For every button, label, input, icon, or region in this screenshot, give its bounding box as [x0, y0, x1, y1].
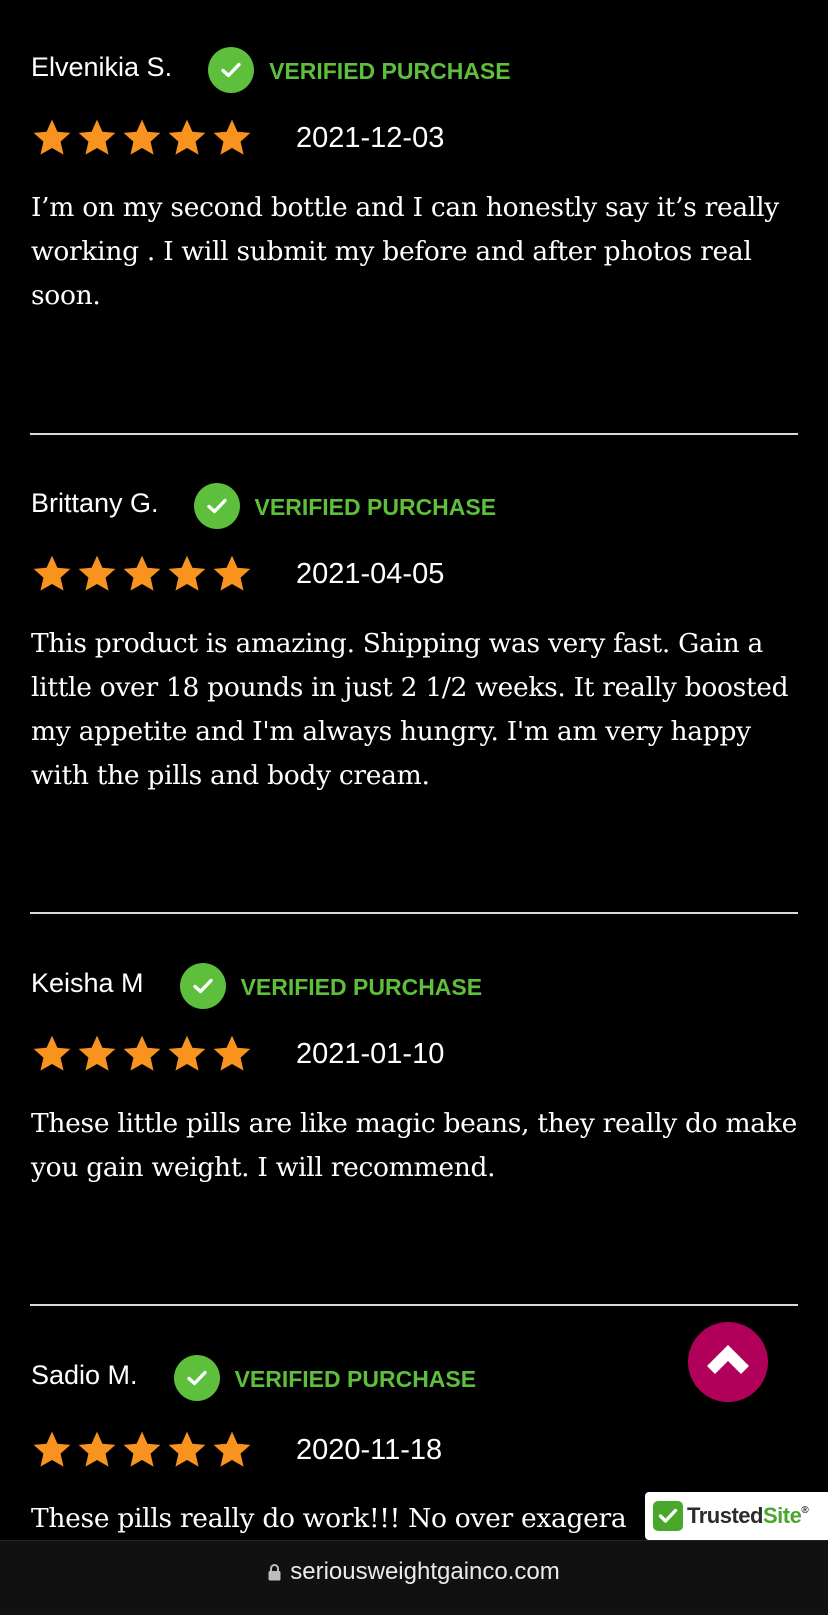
rating-row: 2020-11-18: [31, 1428, 442, 1472]
star-icon: [168, 1431, 206, 1467]
star-icon: [78, 555, 116, 591]
review-text: These little pills are like magic beans,…: [31, 1108, 797, 1183]
lock-icon: [268, 1564, 281, 1581]
verified-purchase-label: VERIFIED PURCHASE: [269, 57, 511, 84]
reviewer-row: Elvenikia S. VERIFIED PURCHASE: [31, 46, 511, 94]
rating-row: 2021-01-10: [31, 1032, 444, 1076]
site-word: Site: [762, 1503, 802, 1528]
star-rating: [31, 553, 253, 595]
star-icon: [168, 555, 206, 591]
verified-check-icon: [173, 1355, 220, 1401]
reviewer-row: Keisha M VERIFIED PURCHASE: [31, 962, 482, 1010]
verified-check-icon: [208, 47, 255, 93]
star-rating: [31, 117, 253, 159]
star-icon: [123, 555, 161, 591]
star-icon: [213, 555, 251, 591]
star-icon: [78, 119, 116, 155]
reviewer-name: Sadio M.: [31, 1359, 138, 1390]
star-icon: [168, 119, 206, 155]
star-icon: [78, 1431, 116, 1467]
verified-check-icon: [193, 483, 240, 529]
star-icon: [123, 1035, 161, 1071]
star-icon: [33, 555, 71, 591]
star-icon: [78, 1035, 116, 1071]
rating-row: 2021-12-03: [31, 116, 444, 160]
trademark-symbol: ®: [801, 1505, 809, 1516]
review-text: I’m on my second bottle and I can honest…: [31, 192, 779, 311]
reviewer-row: Sadio M. VERIFIED PURCHASE: [31, 1354, 476, 1402]
star-icon: [33, 1431, 71, 1467]
trustedsite-wordmark: TrustedSite®: [687, 1503, 809, 1529]
trustedsite-badge[interactable]: TrustedSite®: [645, 1492, 828, 1540]
star-icon: [123, 119, 161, 155]
chevron-up-icon: [707, 1345, 749, 1374]
star-icon: [33, 1035, 71, 1071]
review-date: 2021-01-10: [296, 1037, 445, 1070]
star-icon: [168, 1035, 206, 1071]
rating-row: 2021-04-05: [31, 552, 444, 596]
review-date: 2021-04-05: [296, 557, 445, 590]
divider: [30, 433, 798, 435]
reviewer-row: Brittany G. VERIFIED PURCHASE: [31, 482, 496, 530]
star-icon: [213, 119, 251, 155]
verified-purchase-label: VERIFIED PURCHASE: [234, 1365, 477, 1392]
url-text: seriousweightgainco.com: [290, 1558, 560, 1585]
reviewer-name: Elvenikia S.: [31, 51, 173, 82]
scroll-to-top-button[interactable]: [688, 1322, 768, 1402]
review-text: This product is amazing. Shipping was ve…: [31, 628, 789, 791]
verified-purchase-label: VERIFIED PURCHASE: [240, 973, 483, 1000]
trusted-word: Trusted: [687, 1503, 763, 1528]
url-display[interactable]: seriousweightgainco.com: [268, 1558, 560, 1586]
review-date: 2021-12-03: [296, 121, 445, 154]
trusted-check-icon: [653, 1501, 683, 1531]
reviewer-name: Brittany G.: [31, 487, 159, 518]
star-icon: [213, 1035, 251, 1071]
star-rating: [31, 1033, 253, 1075]
star-icon: [213, 1431, 251, 1467]
divider: [30, 912, 798, 914]
review-date: 2020-11-18: [296, 1433, 443, 1466]
divider: [30, 1304, 798, 1306]
star-icon: [123, 1431, 161, 1467]
star-icon: [33, 119, 71, 155]
star-rating: [31, 1429, 253, 1471]
reviewer-name: Keisha M: [31, 967, 144, 998]
verified-check-icon: [179, 963, 226, 1009]
verified-purchase-label: VERIFIED PURCHASE: [254, 493, 497, 520]
browser-url-bar[interactable]: seriousweightgainco.com: [0, 1540, 828, 1615]
